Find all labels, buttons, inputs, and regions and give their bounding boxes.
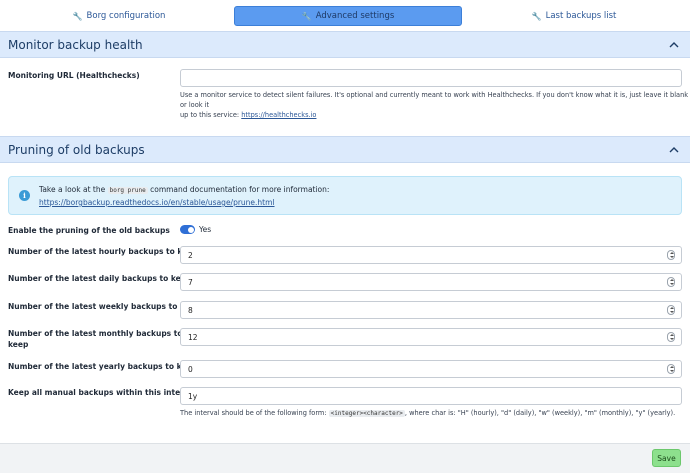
monitoring-help-line1: Use a monitor service to detect silent f… — [180, 91, 689, 109]
hourly-input[interactable]: 2 — [180, 246, 682, 264]
chevron-up-icon[interactable] — [668, 39, 680, 51]
yearly-label: Number of the latest yearly backups to k… — [8, 362, 197, 371]
spinner-icon[interactable] — [667, 332, 675, 342]
section-title: Monitor backup health — [8, 37, 143, 52]
info-prefix: Take a look at the — [39, 185, 108, 194]
monitoring-help: Use a monitor service to detect silent f… — [180, 90, 690, 120]
borg-prune-docs-link[interactable]: https://borgbackup.readthedocs.io/en/sta… — [39, 198, 275, 207]
enable-pruning-label: Enable the pruning of the old backups — [8, 226, 170, 235]
yearly-input[interactable]: 0 — [180, 360, 682, 378]
monitoring-url-label: Monitoring URL (Healthchecks) — [8, 71, 140, 80]
monitoring-url-input[interactable] — [180, 69, 682, 87]
monthly-label-line1: Number of the latest monthly backups to — [8, 329, 183, 338]
footer-bar — [0, 443, 690, 473]
hourly-label: Number of the latest hourly backups to k… — [8, 247, 198, 256]
info-icon: i — [19, 190, 30, 201]
chevron-up-icon[interactable] — [668, 144, 680, 156]
wrench-icon: 🔧 — [301, 11, 312, 21]
save-button[interactable]: Save — [652, 449, 681, 467]
weekly-input[interactable]: 8 — [180, 301, 682, 319]
wrench-icon: 🔧 — [72, 11, 83, 21]
enable-pruning-toggle[interactable] — [180, 225, 195, 234]
prune-info-text: Take a look at the borg prune command do… — [39, 184, 329, 209]
spinner-icon[interactable] — [667, 277, 675, 287]
weekly-value: 8 — [188, 305, 193, 315]
healthchecks-link[interactable]: https://healthchecks.io — [241, 111, 316, 119]
daily-input[interactable]: 7 — [180, 273, 682, 291]
section-title: Pruning of old backups — [8, 142, 145, 157]
tab-bar: 🔧 Borg configuration 🔧 Advanced settings… — [0, 0, 690, 30]
monthly-input[interactable]: 12 — [180, 328, 682, 346]
tab-label: Last backups list — [545, 11, 617, 21]
daily-value: 7 — [188, 277, 193, 287]
interval-help: The interval should be of the following … — [180, 408, 675, 419]
tab-borg-configuration[interactable]: 🔧 Borg configuration — [8, 6, 230, 26]
wrench-icon: 🔧 — [531, 11, 542, 21]
monthly-label: Number of the latest monthly backups to … — [8, 328, 183, 350]
enable-pruning-value: Yes — [199, 225, 212, 234]
info-suffix: command documentation for more informati… — [147, 185, 330, 194]
manual-interval-label: Keep all manual backups within this inte… — [8, 388, 197, 397]
section-header-monitor[interactable]: Monitor backup health — [0, 31, 690, 58]
monthly-label-line2: keep — [8, 340, 29, 349]
info-code: borg prune — [107, 187, 148, 194]
yearly-value: 0 — [188, 364, 193, 374]
hourly-value: 2 — [188, 250, 193, 260]
spinner-icon[interactable] — [667, 305, 675, 315]
interval-help-code: <integer><character> — [328, 410, 405, 417]
spinner-icon[interactable] — [667, 250, 675, 260]
tab-advanced-settings[interactable]: 🔧 Advanced settings — [234, 6, 462, 26]
interval-help-suffix: , where char is: "H" (hourly), "d" (dail… — [404, 409, 676, 417]
manual-interval-value: 1y — [188, 391, 198, 401]
prune-info-alert: i Take a look at the borg prune command … — [8, 176, 682, 215]
tab-label: Advanced settings — [315, 11, 395, 21]
interval-help-prefix: The interval should be of the following … — [180, 409, 329, 417]
daily-label: Number of the latest daily backups to ke… — [8, 274, 192, 283]
monthly-value: 12 — [188, 332, 198, 342]
weekly-label: Number of the latest weekly backups to k… — [8, 302, 201, 311]
spinner-icon[interactable] — [667, 364, 675, 374]
tab-last-backups-list[interactable]: 🔧 Last backups list — [466, 6, 682, 26]
monitoring-help-prefix: up to this service: — [180, 111, 242, 119]
manual-interval-input[interactable]: 1y — [180, 387, 682, 405]
tab-label: Borg configuration — [86, 11, 166, 21]
section-header-pruning[interactable]: Pruning of old backups — [0, 136, 690, 163]
